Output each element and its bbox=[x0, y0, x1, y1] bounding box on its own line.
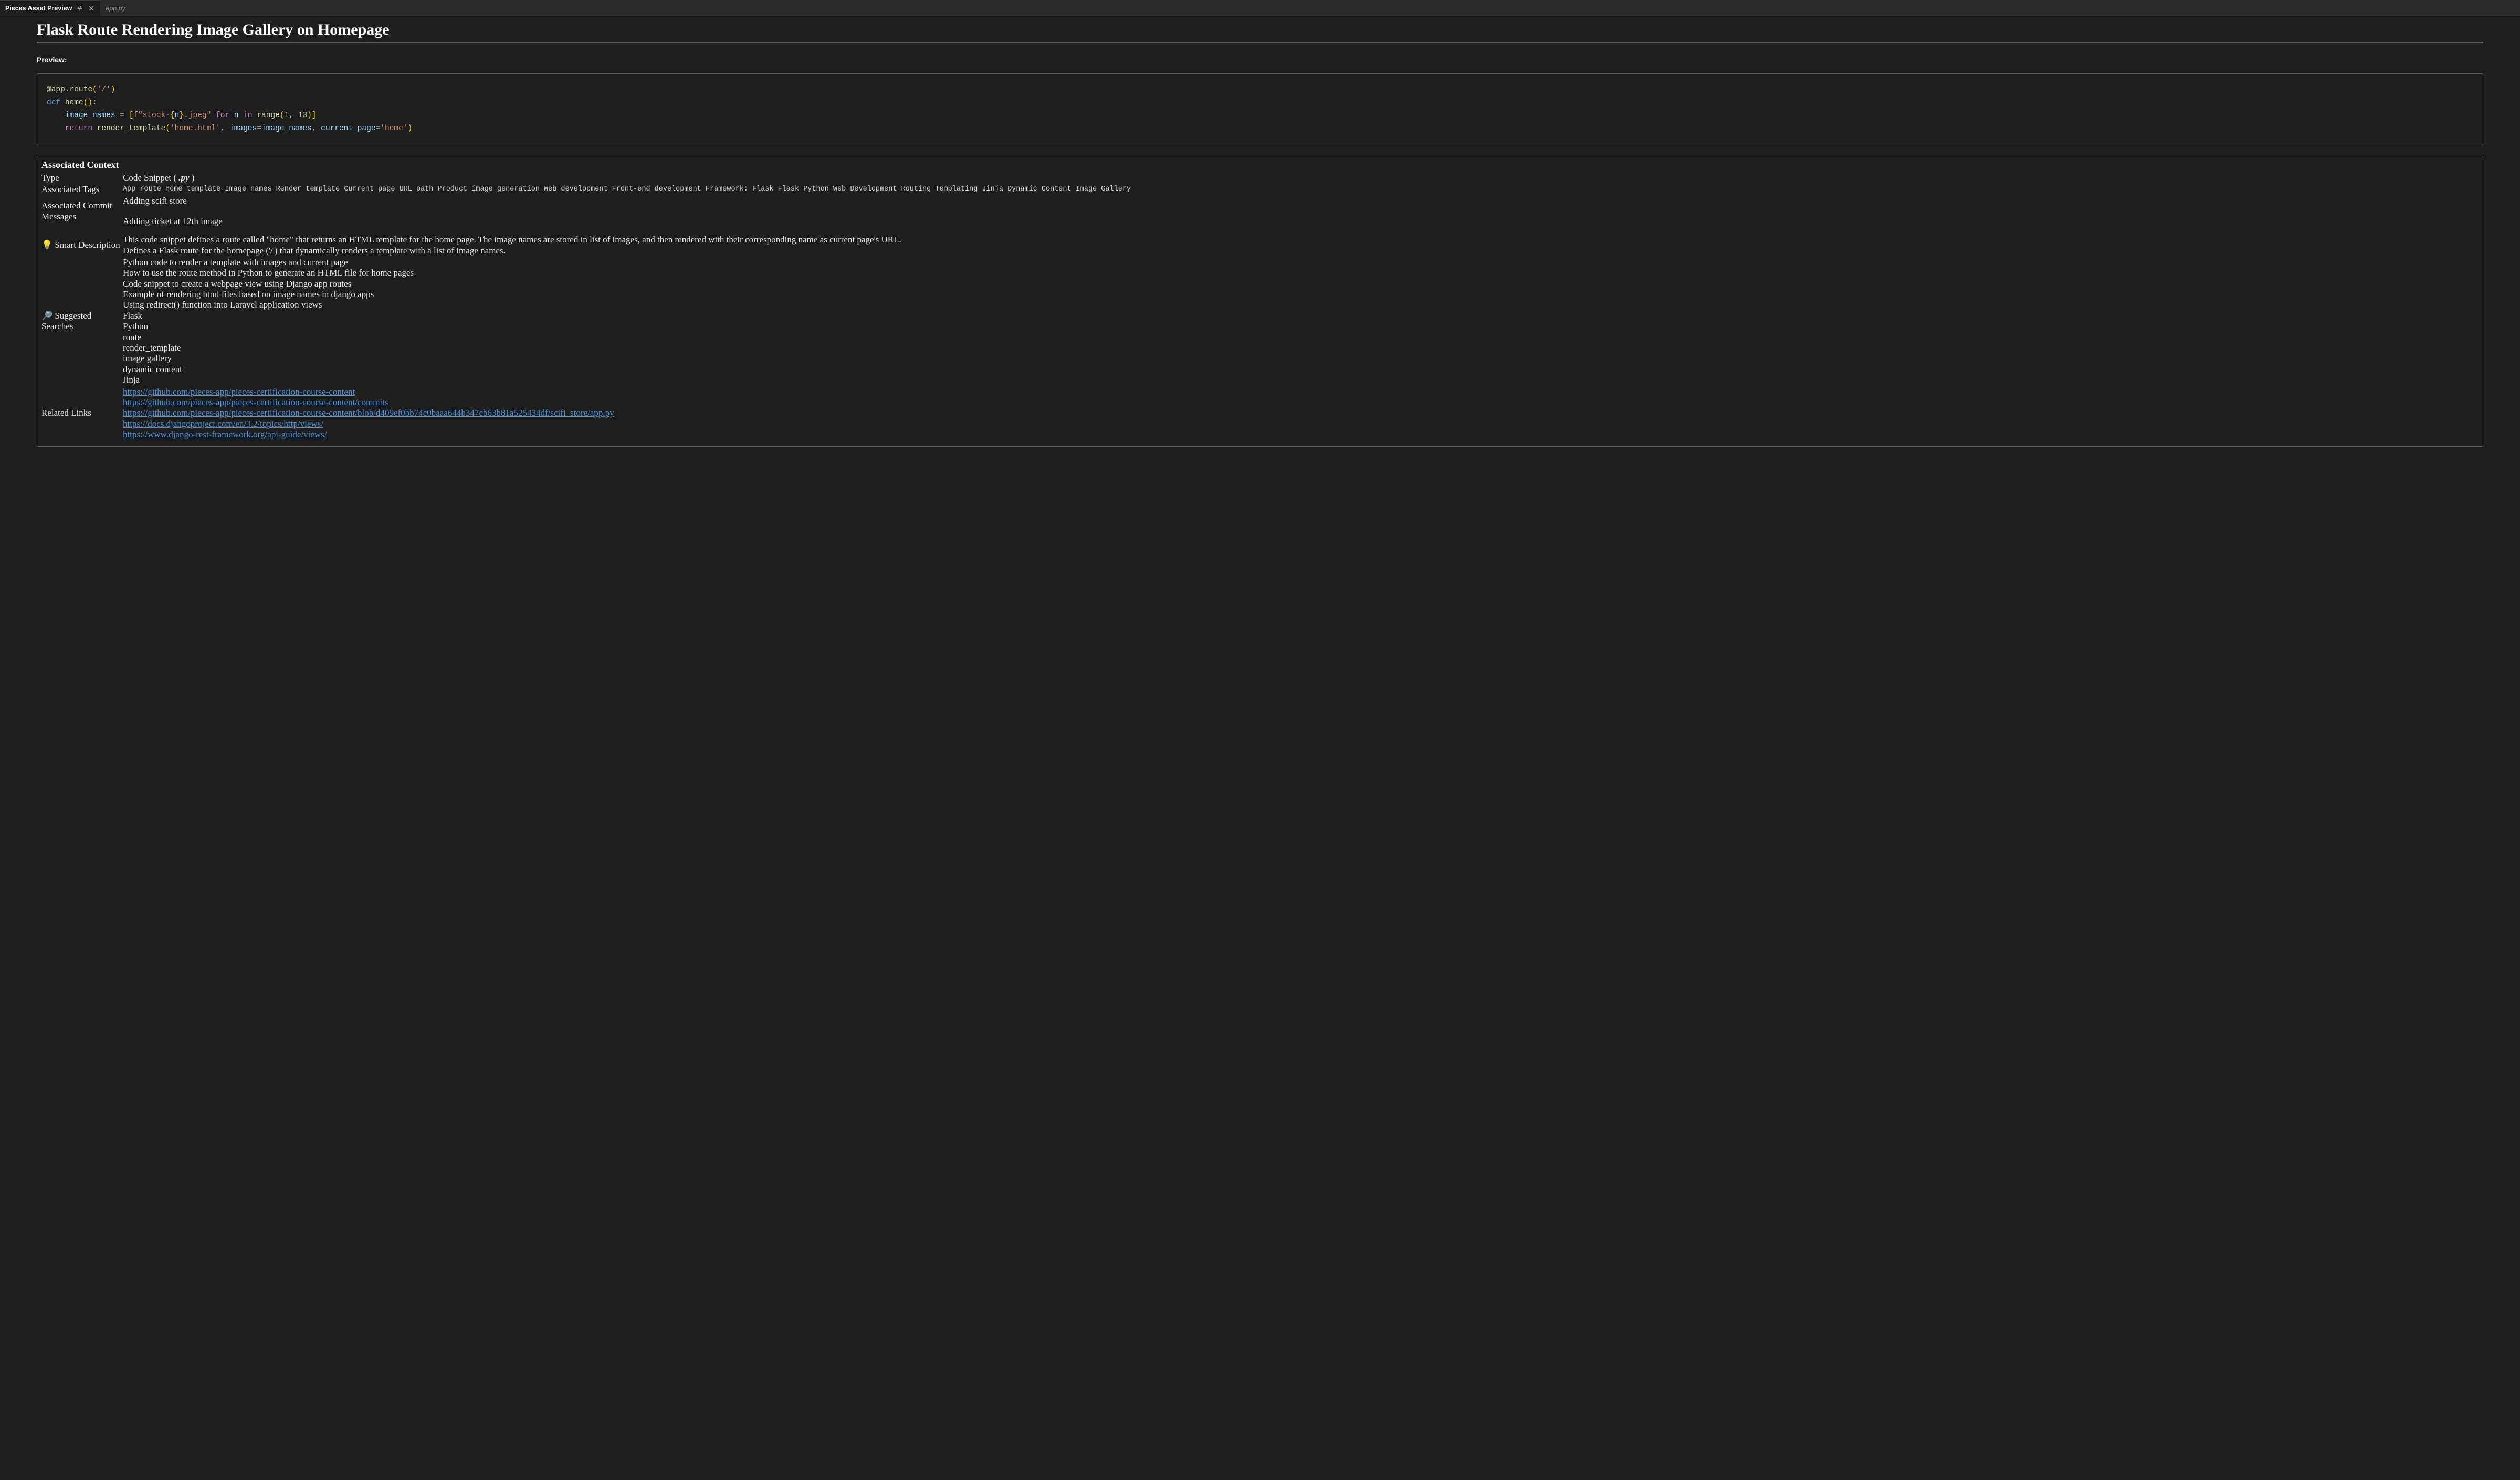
context-value-smart-description: This code snippet defines a route called… bbox=[123, 227, 2479, 257]
code-token: 'home.html' bbox=[170, 124, 220, 133]
list-item: Python bbox=[123, 321, 2476, 332]
list-item[interactable]: https://docs.djangoproject.com/en/3.2/to… bbox=[123, 419, 2476, 429]
table-row: Related Links https://github.com/pieces-… bbox=[41, 386, 2479, 441]
list-item: route bbox=[123, 332, 2476, 343]
list-item[interactable]: https://www.django-rest-framework.org/ap… bbox=[123, 429, 2476, 440]
list-item: Python code to render a template with im… bbox=[123, 257, 2476, 268]
list-item: Defines a Flask route for the homepage (… bbox=[123, 246, 2476, 256]
code-token: render_template bbox=[97, 124, 166, 133]
context-value-related-links: https://github.com/pieces-app/pieces-cer… bbox=[123, 386, 2479, 441]
context-key-suggested-searches: 🔎 Suggested Searches bbox=[41, 257, 123, 386]
table-row: Associated Commit Messages Adding scifi … bbox=[41, 195, 2479, 227]
code-token: .jpeg" bbox=[184, 111, 211, 120]
table-row: 🔎 Suggested Searches Python code to rend… bbox=[41, 257, 2479, 386]
context-key-smart-description: 💡 Smart Description bbox=[41, 227, 123, 257]
list-item[interactable]: https://github.com/pieces-app/pieces-cer… bbox=[123, 397, 2476, 408]
list-item: Example of rendering html files based on… bbox=[123, 289, 2476, 300]
lightbulb-icon: 💡 bbox=[41, 240, 52, 250]
context-value-commits: Adding scifi store Adding ticket at 12th … bbox=[123, 195, 2479, 227]
context-value-type: Code Snippet ( .py ) bbox=[123, 172, 2479, 184]
code-token: 13 bbox=[298, 111, 307, 120]
list-item: Using redirect() function into Laravel a… bbox=[123, 300, 2476, 310]
asset-preview-content: Flask Route Rendering Image Gallery on H… bbox=[0, 17, 2520, 447]
code-token: @app.route bbox=[47, 86, 92, 94]
list-item: Adding scifi store bbox=[123, 196, 2476, 206]
editor-tabbar: Pieces Asset Preview app.py bbox=[0, 0, 2520, 17]
list-item[interactable]: https://github.com/pieces-app/pieces-cer… bbox=[123, 387, 2476, 397]
code-token: image_names bbox=[261, 124, 312, 133]
code-token: current_page bbox=[321, 124, 375, 133]
associated-context-header: Associated Context bbox=[41, 160, 2479, 171]
close-icon[interactable] bbox=[88, 5, 95, 12]
list-item[interactable]: https://github.com/pieces-app/pieces-cer… bbox=[123, 408, 2476, 418]
list-item: render_template bbox=[123, 343, 2476, 353]
context-key-related-links: Related Links bbox=[41, 386, 123, 441]
tab-action-icons bbox=[76, 5, 95, 12]
code-token: image_names bbox=[65, 111, 116, 120]
code-token: images bbox=[229, 124, 257, 133]
list-item: Code snippet to create a webpage view us… bbox=[123, 279, 2476, 289]
code-token: 1 bbox=[285, 111, 289, 120]
preview-label: Preview: bbox=[37, 56, 2483, 64]
code-token: in bbox=[243, 111, 252, 120]
tab-pieces-asset-preview[interactable]: Pieces Asset Preview bbox=[0, 0, 100, 16]
tab-app-py[interactable]: app.py bbox=[100, 0, 131, 16]
page-title: Flask Route Rendering Image Gallery on H… bbox=[37, 21, 2483, 43]
context-key-type: Type bbox=[41, 172, 123, 184]
list-item: image gallery bbox=[123, 353, 2476, 364]
tab-label: Pieces Asset Preview bbox=[5, 5, 72, 12]
context-value-tags: App route Home template Image names Rend… bbox=[123, 184, 2479, 195]
code-token: 'home' bbox=[380, 124, 407, 133]
list-item: How to use the route method in Python to… bbox=[123, 268, 2476, 278]
code-token: for bbox=[216, 111, 229, 120]
tab-label: app.py bbox=[106, 5, 125, 12]
related-link[interactable]: https://github.com/pieces-app/pieces-cer… bbox=[123, 397, 388, 407]
code-token: n bbox=[234, 111, 239, 120]
list-item: dynamic content bbox=[123, 364, 2476, 375]
context-table: Type Code Snippet ( .py ) Associated Tag… bbox=[41, 172, 2479, 441]
context-key-tags: Associated Tags bbox=[41, 184, 123, 195]
magnifier-icon: 🔎 bbox=[41, 311, 52, 321]
code-token: def bbox=[47, 99, 60, 107]
associated-context-box: Associated Context Type Code Snippet ( .… bbox=[37, 156, 2483, 447]
related-link[interactable]: https://github.com/pieces-app/pieces-cer… bbox=[123, 408, 614, 418]
list-item: Jinja bbox=[123, 375, 2476, 385]
related-link[interactable]: https://docs.djangoproject.com/en/3.2/to… bbox=[123, 419, 323, 429]
table-row: Associated Tags App route Home template … bbox=[41, 184, 2479, 195]
code-token: range bbox=[257, 111, 280, 120]
list-item: Adding ticket at 12th image bbox=[123, 216, 2476, 227]
code-snippet-box[interactable]: @app.route('/') def home(): image_names … bbox=[37, 73, 2483, 145]
pin-icon[interactable] bbox=[76, 5, 83, 12]
related-link[interactable]: https://www.django-rest-framework.org/ap… bbox=[123, 429, 327, 439]
list-item: This code snippet defines a route called… bbox=[123, 235, 2476, 245]
code-token: f"stock- bbox=[133, 111, 170, 120]
context-key-commits: Associated Commit Messages bbox=[41, 195, 123, 227]
code-token: '/' bbox=[97, 86, 111, 94]
code-token: return bbox=[65, 124, 92, 133]
list-item: Flask bbox=[123, 311, 2476, 321]
table-row: 💡 Smart Description This code snippet de… bbox=[41, 227, 2479, 257]
code-token: home bbox=[65, 99, 83, 107]
table-row: Type Code Snippet ( .py ) bbox=[41, 172, 2479, 184]
related-link[interactable]: https://github.com/pieces-app/pieces-cer… bbox=[123, 387, 355, 397]
context-value-suggested-searches: Python code to render a template with im… bbox=[123, 257, 2479, 386]
